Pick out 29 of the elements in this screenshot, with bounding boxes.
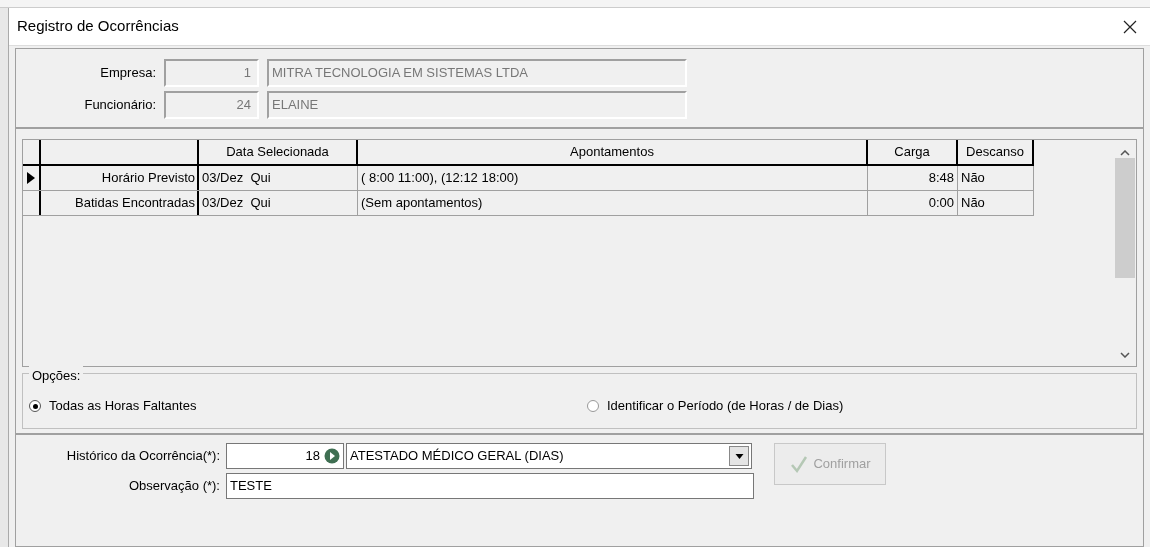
- radio-label[interactable]: Identificar o Período (de Horas / de Dias): [607, 396, 844, 416]
- column-header[interactable]: Carga: [868, 140, 958, 164]
- name-field[interactable]: MITRA TECNOLOGIA EM SISTEMAS LTDA: [267, 59, 687, 87]
- row-header: Horário Previsto: [41, 166, 199, 190]
- row-header: Batidas Encontradas: [41, 191, 199, 215]
- dropdown[interactable]: ATESTADO MÉDICO GERAL (DIAS): [346, 443, 752, 469]
- table-cell: Não: [958, 166, 1034, 190]
- table-cell: 03/Dez Qui: [199, 191, 358, 215]
- group-title: Opções:: [29, 366, 84, 386]
- code-field[interactable]: 18: [226, 443, 344, 469]
- table-cell: 0:00: [868, 191, 958, 215]
- column-header[interactable]: Data Selecionada: [199, 140, 358, 164]
- table-cell: ( 8:00 11:00), (12:12 18:00): [358, 166, 868, 190]
- field-label: Funcionário:: [83, 96, 156, 115]
- radio-label[interactable]: Todas as Horas Faltantes: [49, 396, 197, 416]
- code-field[interactable]: 1: [164, 59, 259, 87]
- table-cell: 8:48: [868, 166, 958, 190]
- window-title: Registro de Ocorrências: [17, 16, 179, 37]
- input-field[interactable]: TESTE: [226, 473, 754, 499]
- table-cell: Não: [958, 191, 1034, 215]
- field-label: Empresa:: [99, 64, 156, 83]
- column-header[interactable]: Apontamentos: [358, 140, 868, 164]
- table-cell: (Sem apontamentos): [358, 191, 868, 215]
- column-header[interactable]: Descanso: [958, 140, 1034, 164]
- field-label: Observação (*):: [127, 477, 220, 496]
- field-label: Histórico da Ocorrência(*):: [65, 447, 220, 466]
- code-field[interactable]: 24: [164, 91, 259, 119]
- name-field[interactable]: ELAINE: [267, 91, 687, 119]
- table-cell: 03/Dez Qui: [199, 166, 358, 190]
